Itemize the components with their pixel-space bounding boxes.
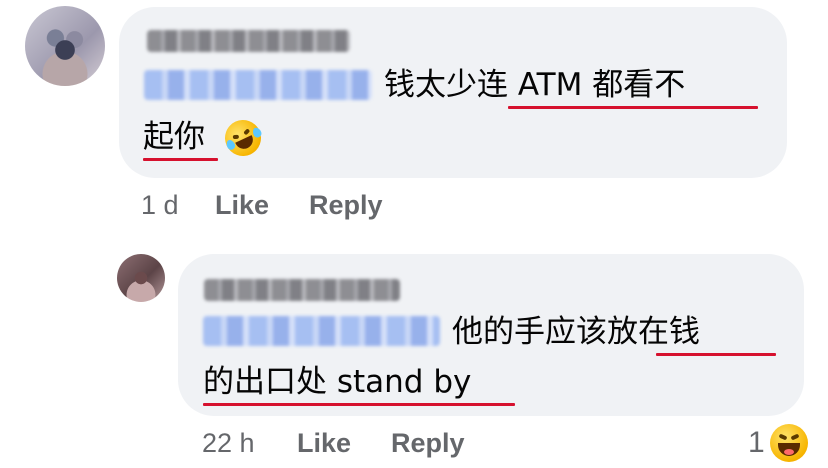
commenter-name-blurred[interactable] [147,30,350,52]
reply-button[interactable]: Reply [309,190,383,221]
reply-like-button[interactable]: Like [297,428,351,459]
laughing-reaction-icon[interactable] [770,424,808,462]
reply-commenter-avatar[interactable] [117,254,165,302]
text-highlight-underline [508,106,758,109]
reply-commenter-name-blurred[interactable] [204,279,400,301]
text-highlight-underline [203,403,515,406]
reply-tagged-user-blurred[interactable] [203,316,440,346]
comment-text-line2: 起你 [143,119,205,155]
comment-timestamp: 1 d [141,190,179,220]
tagged-user-blurred[interactable] [144,70,372,100]
reaction-count[interactable]: 1 [748,426,765,460]
reply-timestamp: 22 h [202,428,255,458]
commenter-avatar[interactable] [25,6,105,86]
text-highlight-underline [143,158,218,161]
reply-reply-button[interactable]: Reply [391,428,465,459]
text-highlight-underline [656,353,776,356]
like-button[interactable]: Like [215,190,269,221]
comment-text: 钱太少连 ATM 都看不 [384,67,686,103]
reply-comment-text: 他的手应该放在钱 [452,314,700,350]
reply-comment-text-line2: 的出口处 stand by [203,364,472,400]
